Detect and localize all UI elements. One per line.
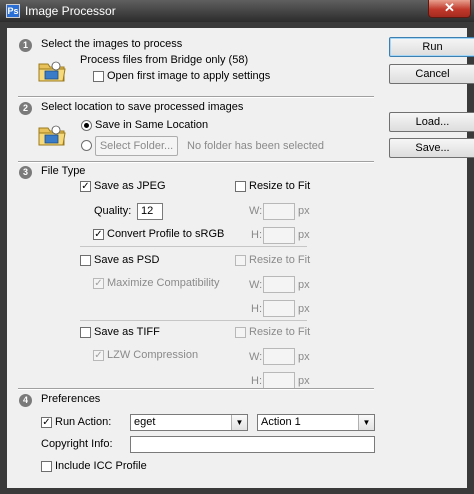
section-divider — [18, 96, 374, 98]
section-2-number: 2 — [19, 102, 32, 115]
tiff-height-unit: px — [298, 375, 310, 387]
psd-height-input[interactable] — [263, 300, 295, 317]
save-as-tiff-label[interactable]: Save as TIFF — [94, 326, 160, 338]
dialog-window: Ps Image Processor ✕ 1 Select the images… — [0, 0, 474, 494]
copyright-label: Copyright Info: — [41, 438, 113, 450]
save-as-tiff-checkbox[interactable] — [80, 327, 91, 338]
run-action-label[interactable]: Run Action: — [55, 416, 111, 428]
close-icon: ✕ — [444, 0, 455, 15]
filetype-divider — [80, 320, 307, 321]
open-first-image-checkbox[interactable] — [93, 71, 104, 82]
quality-label: Quality: — [94, 205, 132, 217]
lzw-compression-checkbox[interactable]: ✓ — [93, 350, 104, 361]
select-folder-button[interactable]: Select Folder... — [95, 136, 178, 156]
save-as-psd-checkbox[interactable] — [80, 255, 91, 266]
psd-resize-label: Resize to Fit — [249, 254, 311, 266]
tiff-height-input[interactable] — [263, 372, 295, 389]
section-3-title: File Type — [41, 165, 86, 177]
quality-input[interactable]: 12 — [137, 203, 163, 220]
save-as-jpeg-label[interactable]: Save as JPEG — [94, 180, 166, 192]
psd-width-label: W: — [249, 279, 263, 291]
run-button[interactable]: Run — [389, 37, 474, 57]
chevron-down-icon: ▼ — [358, 415, 374, 430]
cancel-button[interactable]: Cancel — [389, 64, 474, 84]
section-4-title: Preferences — [41, 393, 101, 405]
close-button[interactable]: ✕ — [428, 0, 471, 18]
convert-srgb-checkbox[interactable]: ✓ — [93, 229, 104, 240]
action-set-value: eget — [134, 416, 156, 428]
tiff-resize-checkbox[interactable] — [235, 327, 246, 338]
maximize-compatibility-checkbox[interactable]: ✓ — [93, 278, 104, 289]
jpeg-height-input[interactable] — [263, 227, 295, 244]
jpeg-resize-label[interactable]: Resize to Fit — [249, 180, 310, 192]
section-1-number: 1 — [19, 39, 32, 52]
jpeg-height-label: H: — [251, 229, 262, 241]
app-icon: Ps — [6, 4, 20, 18]
jpeg-width-unit: px — [298, 205, 310, 217]
jpeg-width-input[interactable] — [263, 203, 295, 220]
no-folder-text: No folder has been selected — [187, 140, 324, 152]
psd-width-input[interactable] — [263, 276, 295, 293]
save-as-jpeg-checkbox[interactable]: ✓ — [80, 181, 91, 192]
jpeg-width-label: W: — [249, 205, 263, 217]
process-source-text: Process files from Bridge only (58) — [80, 54, 249, 66]
psd-resize-checkbox[interactable] — [235, 255, 246, 266]
load-button[interactable]: Load... — [389, 112, 474, 132]
action-value: Action 1 — [261, 416, 301, 428]
save-folder-icon — [38, 125, 66, 146]
bridge-folder-icon — [38, 61, 66, 82]
psd-height-label: H: — [251, 303, 262, 315]
section-3-number: 3 — [19, 166, 32, 179]
save-same-location-label[interactable]: Save in Same Location — [95, 119, 208, 131]
psd-width-unit: px — [298, 279, 310, 291]
window-title: Image Processor — [25, 4, 116, 18]
dialog-body: 1 Select the images to process Process f… — [7, 28, 474, 488]
jpeg-height-unit: px — [298, 229, 310, 241]
maximize-compatibility-label: Maximize Compatibility — [107, 277, 220, 289]
psd-height-unit: px — [298, 303, 310, 315]
convert-srgb-label[interactable]: Convert Profile to sRGB — [107, 228, 224, 240]
section-divider — [18, 161, 374, 163]
title-bar: Ps Image Processor ✕ — [0, 0, 474, 22]
tiff-width-label: W: — [249, 351, 263, 363]
save-same-location-radio[interactable] — [81, 120, 92, 131]
select-folder-radio[interactable] — [81, 140, 92, 151]
action-set-dropdown[interactable]: eget ▼ — [130, 414, 248, 431]
section-4-number: 4 — [19, 394, 32, 407]
lzw-compression-label: LZW Compression — [107, 349, 199, 361]
tiff-width-input[interactable] — [263, 348, 295, 365]
run-action-checkbox[interactable]: ✓ — [41, 417, 52, 428]
include-icc-checkbox[interactable] — [41, 461, 52, 472]
section-2-title: Select location to save processed images — [41, 101, 244, 113]
open-first-image-label[interactable]: Open first image to apply settings — [107, 70, 270, 82]
tiff-width-unit: px — [298, 351, 310, 363]
include-icc-label[interactable]: Include ICC Profile — [55, 460, 147, 472]
copyright-input[interactable] — [130, 436, 375, 453]
jpeg-resize-checkbox[interactable] — [235, 181, 246, 192]
section-divider — [18, 388, 374, 390]
save-button[interactable]: Save... — [389, 138, 474, 158]
tiff-resize-label: Resize to Fit — [249, 326, 311, 338]
action-dropdown[interactable]: Action 1 ▼ — [257, 414, 375, 431]
tiff-height-label: H: — [251, 375, 262, 387]
section-1-title: Select the images to process — [41, 38, 183, 50]
save-as-psd-label[interactable]: Save as PSD — [94, 254, 159, 266]
filetype-divider — [80, 246, 307, 247]
chevron-down-icon: ▼ — [231, 415, 247, 430]
